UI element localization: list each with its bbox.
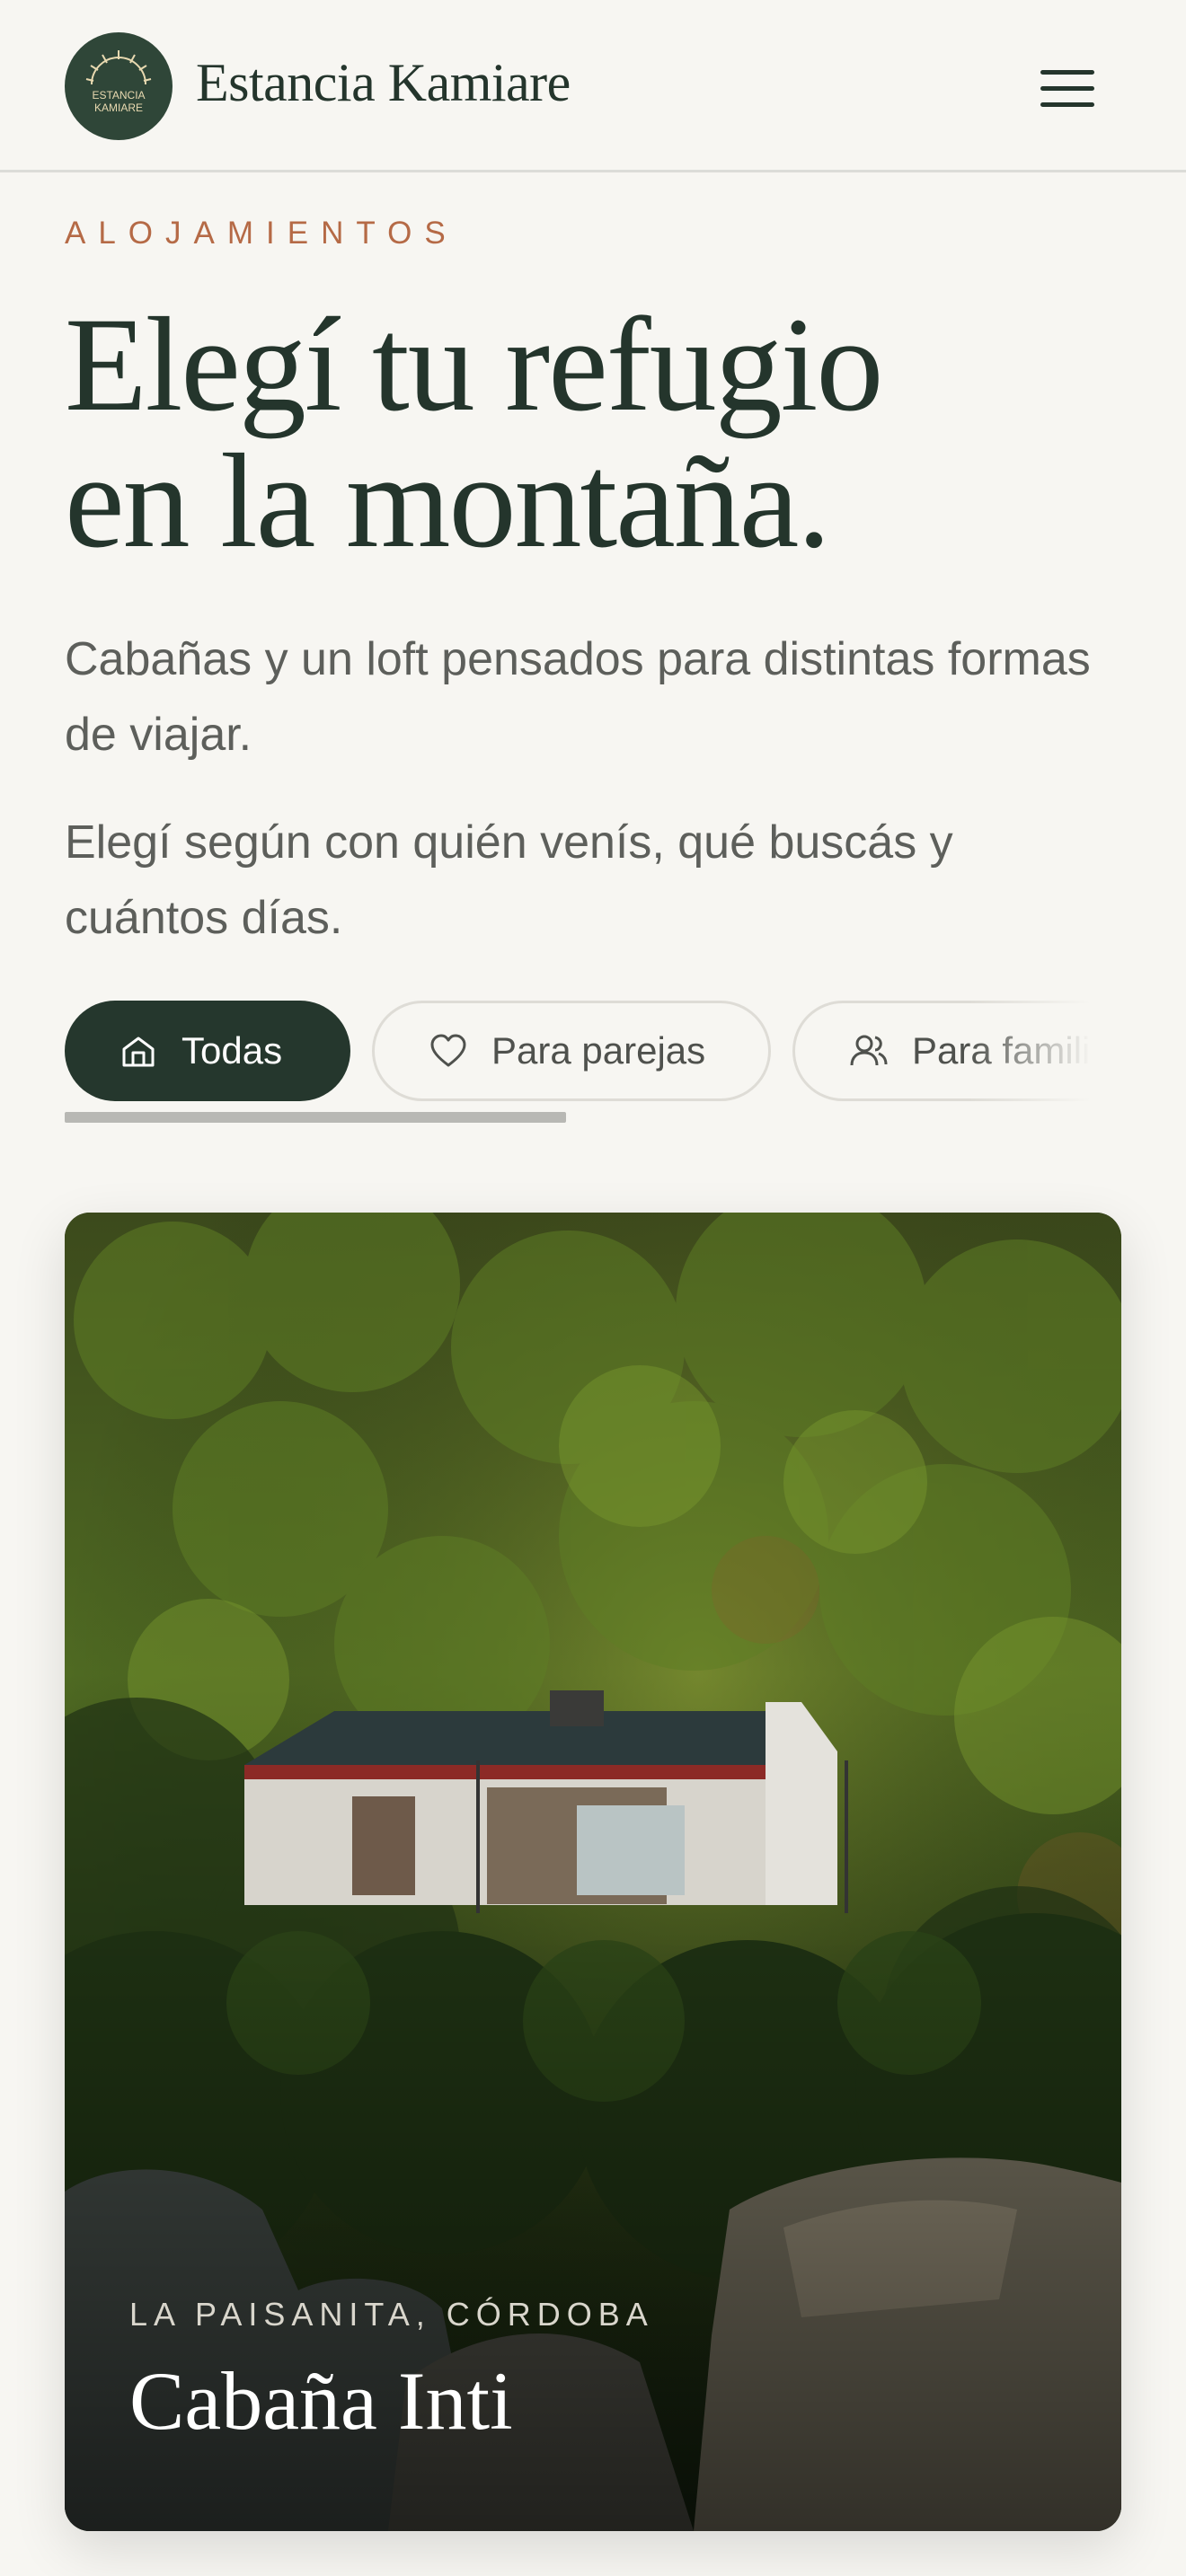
page-title-line2: en la montaña. [65,427,831,576]
filter-scrollbar[interactable] [65,1112,566,1123]
filter-chip-todas[interactable]: Todas [65,1001,350,1101]
page-title: Elegí tu refugio en la montaña. [65,296,1125,569]
filter-chip-label: Todas [181,1029,283,1072]
logo-text-line1: ESTANCIA [92,89,145,101]
filter-chips: Todas Para parejas Para familias [65,1001,1121,1105]
logo-text-line2: KAMIARE [94,101,143,114]
section-eyebrow: ALOJAMIENTOS [65,216,458,251]
filter-chip-label: Para parejas [491,1029,706,1072]
hamburger-menu-icon[interactable] [1033,63,1102,113]
intro-paragraph-1: Cabañas y un loft pensados para distinta… [65,633,1091,761]
card-title[interactable]: Cabaña Inti [129,2353,513,2448]
heart-icon [430,1034,466,1067]
people-icon [850,1035,888,1066]
card-location: LA PAISANITA, CÓRDOBA [129,2296,654,2333]
scroll-fade [969,1001,1121,1105]
brand-logo[interactable]: ESTANCIA KAMIARE [65,32,173,140]
house-icon [122,1037,155,1067]
page-title-line1: Elegí tu refugio [65,290,883,439]
brand-name[interactable]: Estancia Kamiare [196,52,571,114]
intro-paragraph-2: Elegí según con quién venís, qué buscás … [65,816,953,944]
filter-chip-parejas[interactable]: Para parejas [372,1001,771,1101]
accommodation-card[interactable]: LA PAISANITA, CÓRDOBA Cabaña Inti [65,1213,1121,2531]
site-header: ESTANCIA KAMIARE Estancia Kamiare [0,0,1186,172]
